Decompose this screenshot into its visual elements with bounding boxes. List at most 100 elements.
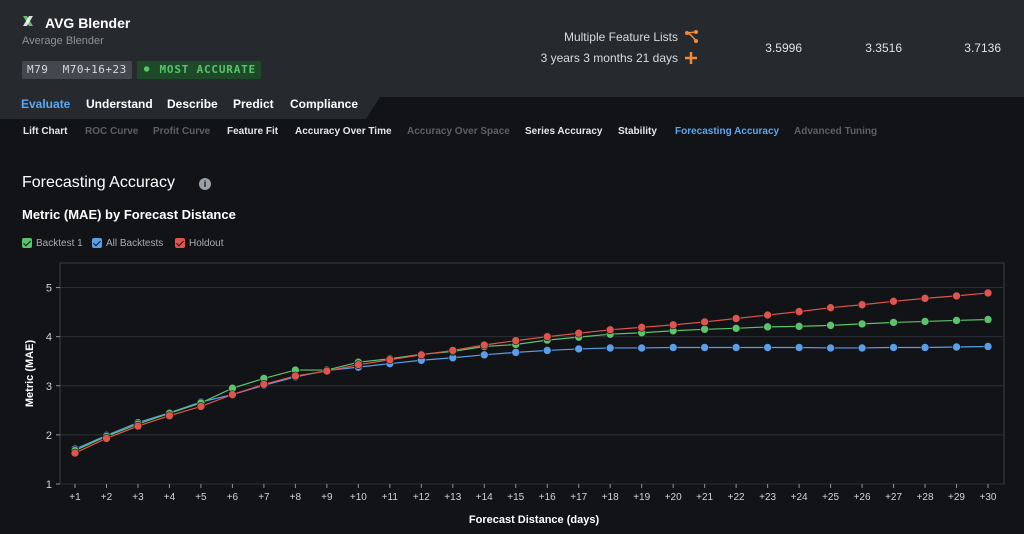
subtab-accuracy-over-space[interactable]: Accuracy Over Space bbox=[407, 126, 510, 137]
tab-compliance[interactable]: Compliance bbox=[290, 97, 358, 111]
most-accurate-label: MOST ACCURATE bbox=[159, 63, 256, 76]
x-tick-label: +15 bbox=[507, 492, 524, 503]
data-point-holdout bbox=[637, 323, 646, 332]
data-point-holdout bbox=[259, 380, 269, 389]
data-point-backtest-1 bbox=[826, 321, 835, 330]
legend-label-backtest-1: Backtest 1 bbox=[36, 237, 83, 249]
x-tick-label: +21 bbox=[696, 492, 713, 503]
data-point-backtest-1 bbox=[794, 322, 804, 331]
feature-list-label[interactable]: Multiple Feature Lists bbox=[564, 30, 678, 44]
data-point-holdout bbox=[731, 314, 741, 323]
subtab-accuracy-over-time[interactable]: Accuracy Over Time bbox=[295, 126, 392, 137]
data-point-all-backtests bbox=[731, 343, 741, 352]
page-title: Forecasting Accuracy bbox=[22, 174, 175, 191]
x-tick-label: +12 bbox=[413, 492, 430, 503]
legend-label-all-backtests: All Backtests bbox=[106, 237, 164, 249]
subtab-forecasting-accuracy[interactable]: Forecasting Accuracy bbox=[675, 126, 779, 137]
data-point-all-backtests bbox=[920, 343, 930, 352]
data-point-all-backtests bbox=[511, 348, 521, 357]
info-icon[interactable]: i bbox=[199, 178, 211, 190]
x-tick-label: +26 bbox=[854, 492, 871, 503]
data-point-holdout bbox=[763, 310, 772, 320]
data-point-holdout bbox=[857, 300, 867, 310]
y-tick-label: 4 bbox=[46, 332, 52, 344]
data-point-all-backtests bbox=[857, 343, 867, 353]
x-tick-label: +27 bbox=[885, 492, 902, 503]
data-point-backtest-1 bbox=[700, 325, 709, 334]
data-point-holdout bbox=[70, 448, 80, 458]
model-title: AVG Blender bbox=[45, 15, 131, 31]
data-point-holdout bbox=[102, 434, 111, 443]
data-point-holdout bbox=[448, 346, 458, 355]
feature-list-icon[interactable] bbox=[684, 29, 700, 45]
legend-item-all-backtests[interactable]: All Backtests bbox=[92, 236, 163, 250]
tab-evaluate[interactable]: Evaluate bbox=[21, 97, 70, 111]
plus-icon[interactable] bbox=[683, 50, 699, 66]
data-point-all-backtests bbox=[542, 346, 552, 355]
data-point-all-backtests bbox=[889, 343, 898, 352]
x-axis-label: Forecast Distance (days) bbox=[469, 514, 600, 526]
subtab-roc-curve[interactable]: ROC Curve bbox=[85, 126, 138, 137]
data-point-holdout bbox=[385, 355, 395, 365]
subtab-feature-fit[interactable]: Feature Fit bbox=[227, 126, 278, 137]
y-tick-label: 5 bbox=[46, 283, 52, 295]
tab-describe[interactable]: Describe bbox=[167, 97, 218, 111]
x-tick-label: +23 bbox=[759, 492, 776, 503]
data-point-all-backtests bbox=[700, 343, 709, 352]
checkbox-holdout[interactable] bbox=[175, 238, 185, 248]
checkbox-all-backtests[interactable] bbox=[92, 238, 102, 248]
x-tick-label: +14 bbox=[476, 492, 493, 503]
x-tick-label: +11 bbox=[382, 492, 399, 503]
forecast-accuracy-chart: 1 2 3 4 5 +1 +2 +3 +4 +5 +6 +7 +8 +9 +10 +11 +12 +13 +14 +1… bbox=[24, 262, 1005, 526]
legend-label-holdout: Holdout bbox=[189, 237, 224, 249]
subtab-series-accuracy[interactable]: Series Accuracy bbox=[525, 126, 602, 137]
plot-frame bbox=[59, 262, 1005, 485]
data-point-all-backtests bbox=[952, 342, 961, 352]
data-point-holdout bbox=[479, 340, 489, 350]
score-holdout: 3.7136 bbox=[964, 41, 1001, 55]
most-accurate-badge: ⚫︎ MOST ACCURATE bbox=[137, 61, 261, 79]
x-tick-label: +18 bbox=[602, 492, 619, 503]
data-point-all-backtests bbox=[763, 343, 772, 352]
checkbox-backtest-1[interactable] bbox=[22, 238, 32, 248]
data-point-all-backtests bbox=[668, 343, 678, 352]
x-tick-label: +1 bbox=[69, 492, 81, 503]
subtab-advanced-tuning[interactable]: Advanced Tuning bbox=[794, 126, 877, 137]
data-point-holdout bbox=[228, 390, 237, 399]
legend-item-holdout[interactable]: Holdout bbox=[175, 236, 223, 250]
data-point-all-backtests bbox=[794, 343, 804, 352]
data-point-holdout bbox=[291, 371, 300, 381]
x-tick-label: +25 bbox=[822, 492, 839, 503]
data-point-backtest-1 bbox=[983, 315, 993, 324]
y-tick-label: 3 bbox=[46, 381, 52, 393]
model-id-badge: M79 M70+16+23 bbox=[22, 61, 132, 79]
x-tick-label: +10 bbox=[350, 492, 367, 503]
score-cross-validation: 3.3516 bbox=[865, 41, 902, 55]
model-subtitle: Average Blender bbox=[22, 35, 104, 47]
data-point-all-backtests bbox=[637, 343, 646, 353]
data-point-holdout bbox=[354, 360, 363, 369]
model-header: AVG Blender Average Blender M79 M70+16+2… bbox=[0, 0, 1024, 97]
data-point-holdout bbox=[983, 288, 993, 298]
series-line-holdout bbox=[74, 292, 989, 454]
legend-item-backtest-1[interactable]: Backtest 1 bbox=[22, 236, 83, 250]
x-tick-label: +6 bbox=[227, 492, 239, 503]
x-tick-label: +3 bbox=[132, 492, 144, 503]
x-tick-label: +2 bbox=[101, 492, 113, 503]
trophy-icon: ⚫︎ bbox=[142, 63, 153, 76]
data-point-holdout bbox=[889, 297, 898, 306]
data-point-holdout bbox=[826, 303, 835, 312]
data-point-holdout bbox=[165, 411, 174, 421]
tab-understand[interactable]: Understand bbox=[86, 97, 153, 111]
y-tick-label: 2 bbox=[46, 430, 52, 442]
subtab-lift-chart[interactable]: Lift Chart bbox=[23, 126, 67, 137]
data-point-all-backtests bbox=[479, 350, 489, 360]
data-point-holdout bbox=[700, 317, 709, 327]
tab-predict[interactable]: Predict bbox=[233, 97, 274, 111]
subtab-stability[interactable]: Stability bbox=[618, 126, 657, 137]
subtab-profit-curve[interactable]: Profit Curve bbox=[153, 126, 210, 137]
y-tick-label: 1 bbox=[46, 479, 52, 491]
x-tick-label: +19 bbox=[633, 492, 650, 503]
y-axis-label: Metric (MAE) bbox=[24, 340, 36, 408]
x-tick-label: +4 bbox=[164, 492, 176, 503]
